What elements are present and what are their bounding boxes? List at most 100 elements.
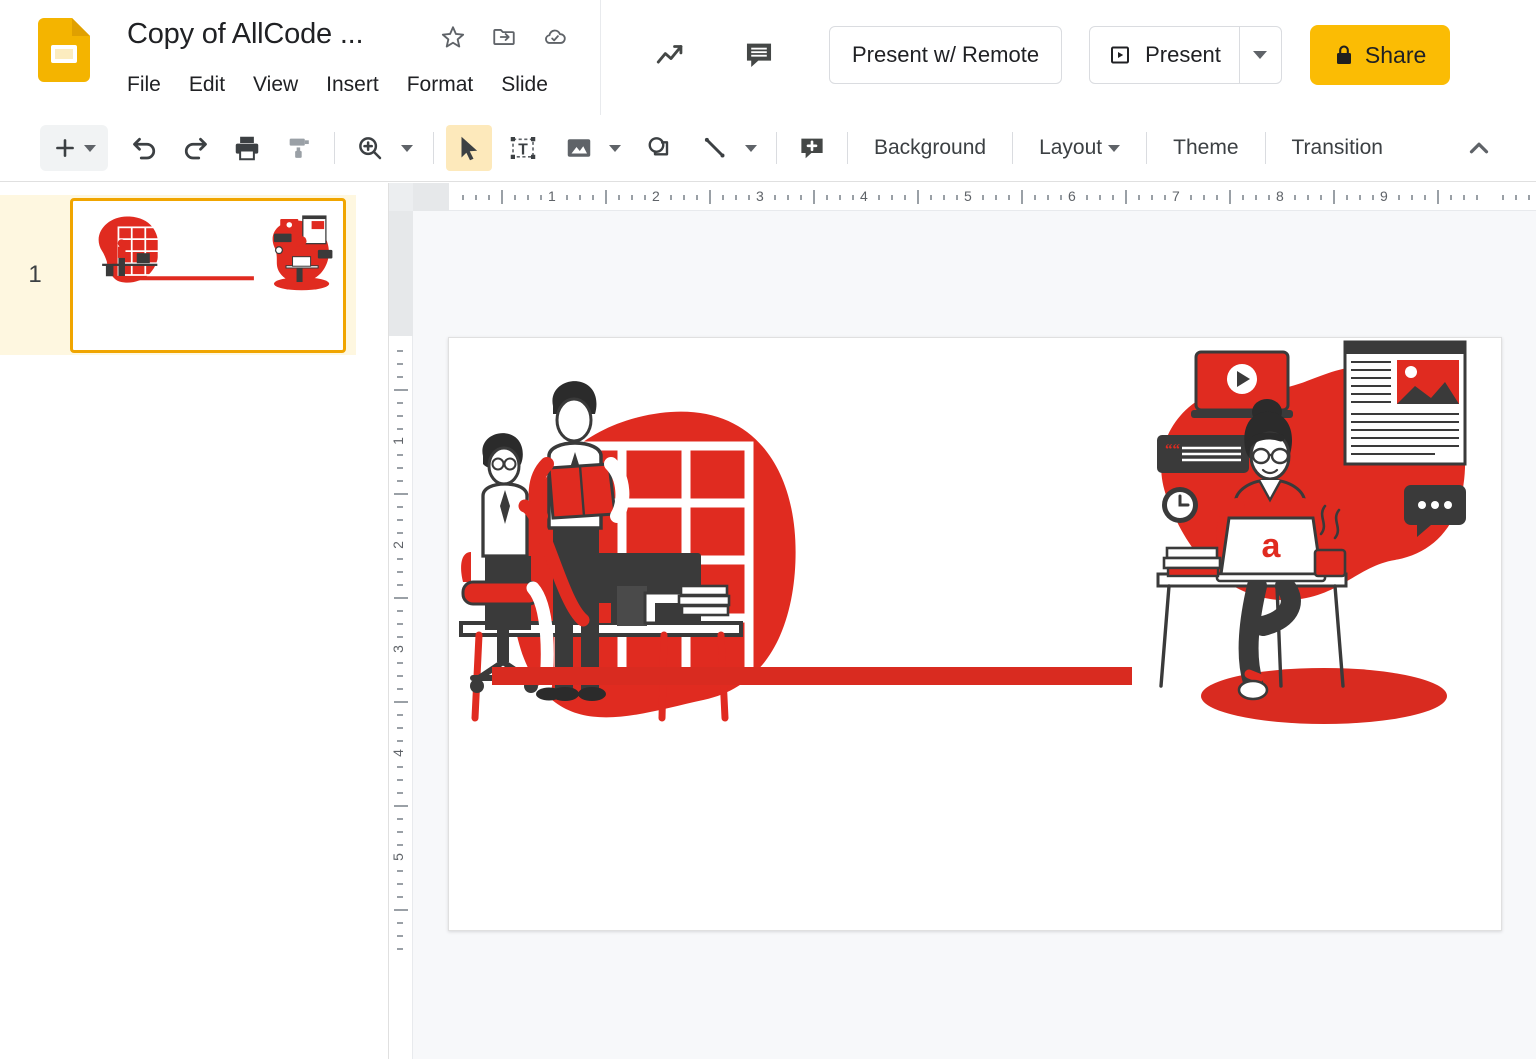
select-tool-button[interactable] <box>446 125 492 171</box>
ruler-tick <box>462 195 464 200</box>
ruler-tick <box>397 402 403 404</box>
line-button[interactable] <box>692 125 738 171</box>
menu-item-insert[interactable]: Insert <box>326 73 379 97</box>
ruler-tick <box>1034 195 1036 200</box>
ruler-tick <box>1398 195 1400 200</box>
present-button[interactable]: Present <box>1090 27 1239 83</box>
menu-item-format[interactable]: Format <box>407 73 474 97</box>
ruler-tick <box>1463 195 1465 200</box>
vertical-ruler[interactable]: 12345 <box>389 211 413 1059</box>
present-with-remote-button[interactable]: Present w/ Remote <box>829 26 1062 84</box>
transition-button[interactable]: Transition <box>1278 136 1397 160</box>
ruler-tick <box>397 350 403 352</box>
svg-text:T: T <box>518 141 528 158</box>
present-dropdown-button[interactable] <box>1239 27 1281 83</box>
layout-button-label: Layout <box>1039 136 1102 160</box>
menu-item-slide[interactable]: Slide <box>501 73 548 97</box>
text-box-button[interactable]: T <box>500 125 546 171</box>
ruler-label-h: 1 <box>548 188 556 204</box>
ruler-tick <box>397 896 403 898</box>
ruler-tick <box>696 195 698 200</box>
ruler-tick <box>592 195 594 200</box>
ruler-tick <box>397 922 403 924</box>
cloud-saved-icon[interactable] <box>542 24 568 50</box>
menu-item-edit[interactable]: Edit <box>189 73 225 97</box>
comment-icon[interactable] <box>737 33 781 77</box>
background-button[interactable]: Background <box>860 136 1000 160</box>
ruler-tick <box>397 623 403 625</box>
ruler-tick <box>397 584 403 586</box>
lock-icon <box>1334 44 1354 66</box>
insert-image-button[interactable] <box>556 125 602 171</box>
ruler-tick <box>722 195 724 200</box>
ruler-tick <box>774 195 776 200</box>
ruler-tick <box>787 195 789 200</box>
document-title[interactable]: Copy of AllCode ... <box>127 18 363 51</box>
ruler-tick <box>735 195 737 200</box>
ruler-tick <box>605 190 607 204</box>
slide-number: 1 <box>0 261 70 289</box>
ruler-tick <box>1424 195 1426 200</box>
shape-button[interactable] <box>636 125 682 171</box>
theme-button[interactable]: Theme <box>1159 136 1252 160</box>
ruler-tick <box>394 805 408 807</box>
ruler-tick <box>394 493 408 495</box>
slide-canvas[interactable]: ““ <box>448 337 1502 931</box>
ruler-tick <box>397 779 403 781</box>
paint-format-button[interactable] <box>276 125 322 171</box>
ruler-corner <box>389 183 413 211</box>
chevron-down-icon <box>84 145 96 152</box>
chevron-down-icon <box>1253 51 1267 59</box>
ruler-tick <box>1255 195 1257 200</box>
ruler-tick <box>826 195 828 200</box>
ruler-tick <box>1450 195 1452 200</box>
share-button[interactable]: Share <box>1310 25 1450 85</box>
undo-button[interactable] <box>122 125 168 171</box>
redo-button[interactable] <box>172 125 218 171</box>
trending-up-icon[interactable] <box>649 33 693 77</box>
ruler-tick <box>501 190 503 204</box>
ruler-tick <box>800 195 802 200</box>
ruler-margin-region <box>413 183 449 211</box>
slide-filmstrip-panel[interactable]: 1 <box>0 183 389 1059</box>
ruler-tick <box>1112 195 1114 200</box>
ruler-tick <box>904 195 906 200</box>
horizontal-ruler[interactable]: 123456789 <box>389 183 1536 211</box>
zoom-dropdown-button[interactable] <box>393 125 421 171</box>
ruler-tick <box>1307 195 1309 200</box>
toolbar-divider <box>847 132 848 164</box>
add-comment-button[interactable] <box>789 125 835 171</box>
ruler-tick <box>1294 195 1296 200</box>
new-slide-button[interactable] <box>40 125 108 171</box>
star-icon[interactable] <box>440 24 466 50</box>
layout-button[interactable]: Layout <box>1025 136 1134 160</box>
ruler-tick <box>397 688 403 690</box>
menu-item-view[interactable]: View <box>253 73 298 97</box>
ruler-label-v: 2 <box>390 541 406 549</box>
slide-thumbnail[interactable] <box>70 198 346 353</box>
zoom-button[interactable] <box>347 125 393 171</box>
ruler-tick <box>891 195 893 200</box>
chevron-down-icon <box>401 145 413 152</box>
line-dropdown-button[interactable] <box>738 125 764 171</box>
slide-editor-canvas-area[interactable]: 123456789 12345 <box>389 183 1536 1059</box>
ruler-tick <box>397 467 403 469</box>
ruler-tick <box>1203 195 1205 200</box>
transition-button-label: Transition <box>1292 136 1383 160</box>
toolbar-divider <box>776 132 777 164</box>
ruler-tick <box>930 195 932 200</box>
collapse-toolbar-button[interactable] <box>1456 125 1502 171</box>
menu-item-file[interactable]: File <box>127 73 161 97</box>
insert-image-dropdown-button[interactable] <box>602 125 628 171</box>
slides-logo-icon[interactable] <box>38 18 90 82</box>
ruler-tick <box>488 195 490 200</box>
toolbar-divider <box>334 132 335 164</box>
ruler-tick <box>878 195 880 200</box>
ruler-tick <box>397 727 403 729</box>
svg-text:““: ““ <box>1165 442 1181 458</box>
move-to-folder-icon[interactable] <box>491 24 517 50</box>
ruler-tick <box>813 190 815 204</box>
toolbar-divider <box>1012 132 1013 164</box>
print-button[interactable] <box>224 125 270 171</box>
list-item[interactable]: 1 <box>0 195 356 355</box>
